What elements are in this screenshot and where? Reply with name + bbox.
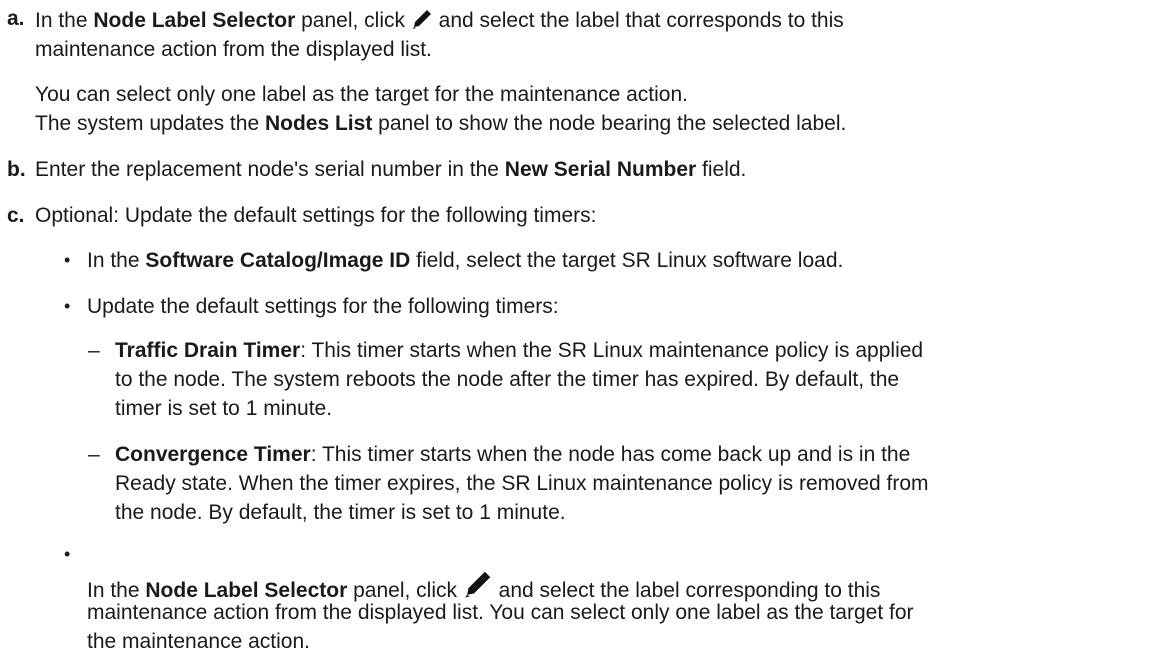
bullet-1: In the Software Catalog/Image ID field, … (87, 249, 844, 272)
step-b-label: b. (7, 158, 26, 181)
dash-1-line-1: Traffic Drain Timer: This timer starts w… (115, 339, 924, 362)
dash-1-line-3: timer is set to 1 minute. (115, 397, 333, 420)
nodes-list-term: Nodes List (264, 112, 373, 135)
dash-marker: – (88, 443, 100, 466)
bullet-marker: • (64, 250, 71, 270)
step-a-line-2: maintenance action from the displayed li… (35, 38, 432, 61)
dash-marker: – (88, 339, 100, 362)
pencil-icon (411, 8, 433, 38)
dash-1-line-2: to the node. The system reboots the node… (115, 368, 900, 391)
dash-2-line-3: the node. By default, the timer is set t… (115, 501, 566, 524)
step-a-line-1: In the Node Label Selector panel, click … (35, 6, 844, 38)
new-serial-number-term: New Serial Number (504, 158, 697, 181)
convergence-timer-term: Convergence Timer (115, 443, 311, 466)
bullet-2: Update the default settings for the foll… (87, 295, 559, 318)
step-c-label: c. (7, 204, 25, 227)
traffic-drain-timer-term: Traffic Drain Timer (115, 339, 301, 362)
step-b-line-1: Enter the replacement node's serial numb… (35, 158, 747, 181)
step-a-line-3: You can select only one label as the tar… (35, 83, 688, 106)
step-c-line-1: Optional: Update the default settings fo… (35, 204, 597, 227)
bullet-marker: • (64, 296, 71, 316)
step-a-label: a. (7, 7, 25, 30)
bullet-marker: • (64, 544, 71, 564)
bullet-3-line-2: maintenance action from the displayed li… (87, 601, 914, 624)
step-a-line-4: The system updates the Nodes List panel … (35, 112, 847, 135)
software-catalog-term: Software Catalog/Image ID (145, 249, 411, 272)
bullet-3-line-3: the maintenance action. (87, 630, 310, 653)
node-label-selector-term: Node Label Selector (93, 9, 296, 32)
dash-2-line-2: Ready state. When the timer expires, the… (115, 472, 929, 495)
dash-2-line-1: Convergence Timer: This timer starts whe… (115, 443, 911, 466)
